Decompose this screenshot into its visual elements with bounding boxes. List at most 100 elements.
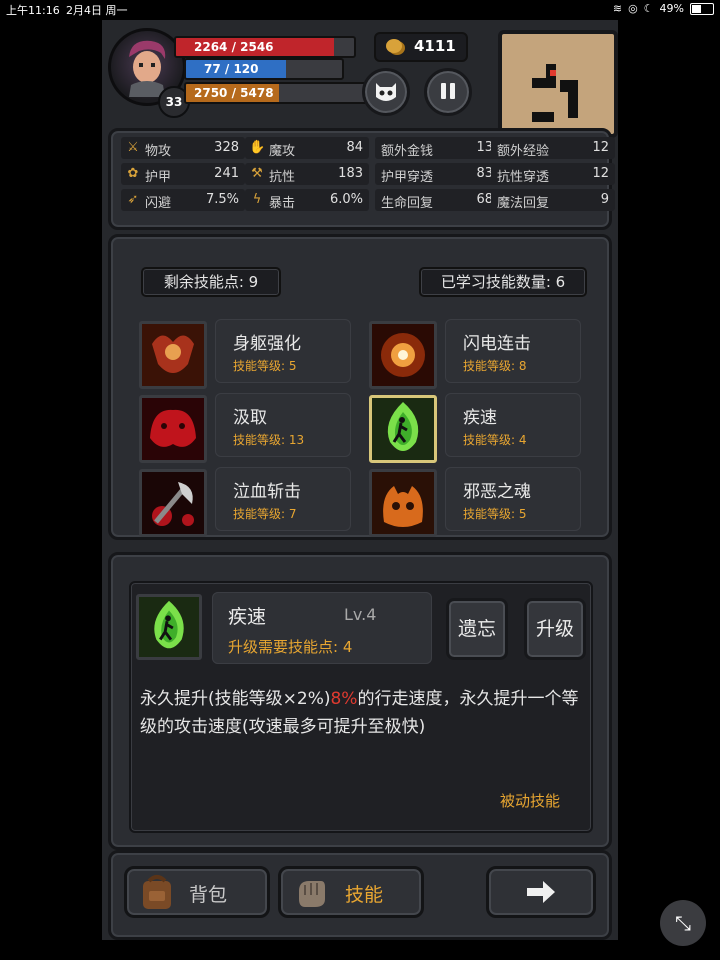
learned-skill-count: 已学习技能数量: 6 [419,267,587,297]
upgrade-cost: 升级需要技能点: 4 [228,638,353,656]
skill-level: 技能等级: 13 [233,433,305,447]
remaining-skill-points: 剩余技能点: 9 [141,267,281,297]
arrow-right-icon [527,881,555,903]
stat-5: ⚒ 抗性 183 [245,163,369,185]
skill-detail-info: 疾速 Lv.4 升级需要技能点: 4 [212,592,432,664]
skills-label: 技能 [345,884,384,906]
status-time: 上午11:16 [6,4,60,17]
skill-icon-slot[interactable] [139,321,207,389]
paw-armor-icon: ✿ [127,166,139,181]
stat-2: 额外金钱 13 [375,137,499,159]
hp-bar: 2264 / 2546 [174,36,356,58]
skill-card[interactable]: 身躯强化技能等级: 5 [215,319,351,383]
monster-info-button[interactable] [362,68,410,116]
stat-label: 物攻 [145,144,172,159]
stat-label: 魔攻 [269,144,296,159]
sword-icon: ⚔ [127,140,139,155]
skill-level: 技能等级: 5 [233,359,297,373]
forget-skill-button[interactable]: 遗忘 [446,598,508,660]
gold-amount: 4111 [414,37,456,55]
skill-card[interactable]: 汲取技能等级: 13 [215,393,351,457]
stat-0: ⚔ 物攻 328 [121,137,245,159]
pause-icon [441,83,455,99]
stat-7: 抗性穿透 12 [491,163,615,185]
minimap-rooms-icon [532,64,578,122]
bag-button[interactable]: 背包 [124,866,270,918]
next-arrow-button[interactable] [486,866,596,918]
skill-detail-name: 疾速 [228,606,267,628]
skill-level: 技能等级: 8 [463,359,527,373]
stat-value: 12 [592,140,609,155]
wifi-icon: ≋ [612,2,623,15]
stat-11: 魔法回复 9 [491,189,615,211]
stat-label: 抗性穿透 [497,170,550,185]
moon-icon: ☾ [643,2,654,15]
skill-description: 永久提升(技能等级×2%)8%的行走速度，永久提升一个等级的攻击速度(攻速最多可… [140,685,580,741]
minimap[interactable] [498,30,618,138]
stat-value: 328 [214,140,239,155]
skill-name: 闪电连击 [463,334,531,354]
xp-current: 2750 [194,86,228,100]
skill-icon-slot[interactable] [139,395,207,463]
blood-drain-icon [142,398,204,460]
magic-hand-icon: ✋ [249,140,266,155]
lightning-burst-icon [372,324,434,386]
gold-coin-icon [386,39,402,53]
lightning-icon: ϟ [252,192,262,207]
stat-label: 额外金钱 [381,144,434,159]
stat-label: 魔法回复 [497,196,550,211]
haste-runner-icon [139,597,199,657]
battery-percent: 49% [659,2,684,15]
skill-icon-slot[interactable] [139,469,207,537]
skill-name: 汲取 [233,408,267,428]
skill-card[interactable]: 闪电连击技能等级: 8 [445,319,581,383]
gold-counter: 4111 [374,32,468,62]
skill-card[interactable]: 泣血斩击 技能等级: 7 [215,467,351,531]
battery-icon [690,2,714,15]
stat-1: ✋ 魔攻 84 [245,137,369,159]
skills-nav-button[interactable]: 技能 [278,866,424,918]
selected-skill-icon [136,594,202,660]
stat-value: 12 [592,166,609,181]
bag-label: 背包 [189,884,228,906]
stat-label: 额外经验 [497,144,550,159]
collapse-arrows-icon: ⤡ [675,911,691,935]
stat-label: 暴击 [269,196,296,211]
xp-text: 2750 / 5478 [186,84,372,102]
skill-level: 技能等级: 5 [463,507,527,521]
xp-separator: / [227,86,241,100]
backpack-icon [143,875,171,909]
haste-runner-icon [372,398,434,460]
demon-body-icon [142,324,204,386]
xp-bar: 2750 / 5478 [184,82,374,104]
skill-icon-slot[interactable] [369,395,437,463]
system-status-bar: 上午11:16 2月4日 周一 ≋ ◎ ☾ 49% [0,0,720,18]
skill-name: 身躯强化 [233,334,301,354]
desc-highlight: 8% [330,689,358,709]
skill-icon-slot[interactable] [369,469,437,537]
upgrade-skill-button[interactable]: 升级 [524,598,586,660]
stat-label: 护甲 [145,170,172,185]
skill-detail-level: Lv.4 [344,605,377,624]
skill-name: 泣血斩击 [233,482,301,502]
pause-button[interactable] [424,68,472,116]
desc-text-1: 永久提升(技能等级×2%) [140,689,331,709]
stat-label: 生命回复 [381,196,434,211]
hp-text: 2264 / 2546 [194,40,274,54]
skill-level: 技能等级: 4 [463,433,527,447]
shrink-window-button[interactable]: ⤡ [660,900,706,946]
skull-mask-icon [376,83,396,101]
stat-value: 7.5% [205,192,239,207]
evil-soul-icon [372,472,434,534]
muscle-icon: ⚒ [251,166,263,181]
skill-name: 疾速 [463,408,497,428]
stat-8: ➶ 闪避 7.5% [121,189,245,211]
skill-icon-slot[interactable] [369,321,437,389]
mp-text: 77 / 120 [204,62,259,76]
skill-name: 邪恶之魂 [463,482,531,502]
stat-value: 183 [338,166,363,181]
skills-panel: 剩余技能点: 9 已学习技能数量: 6 身躯强化技能等级: 5 闪电连击技能等级:… [108,234,612,540]
skill-card[interactable]: 疾速技能等级: 4 [445,393,581,457]
mp-bar: 77 / 120 [184,58,344,80]
skill-card[interactable]: 邪恶之魂技能等级: 5 [445,467,581,531]
